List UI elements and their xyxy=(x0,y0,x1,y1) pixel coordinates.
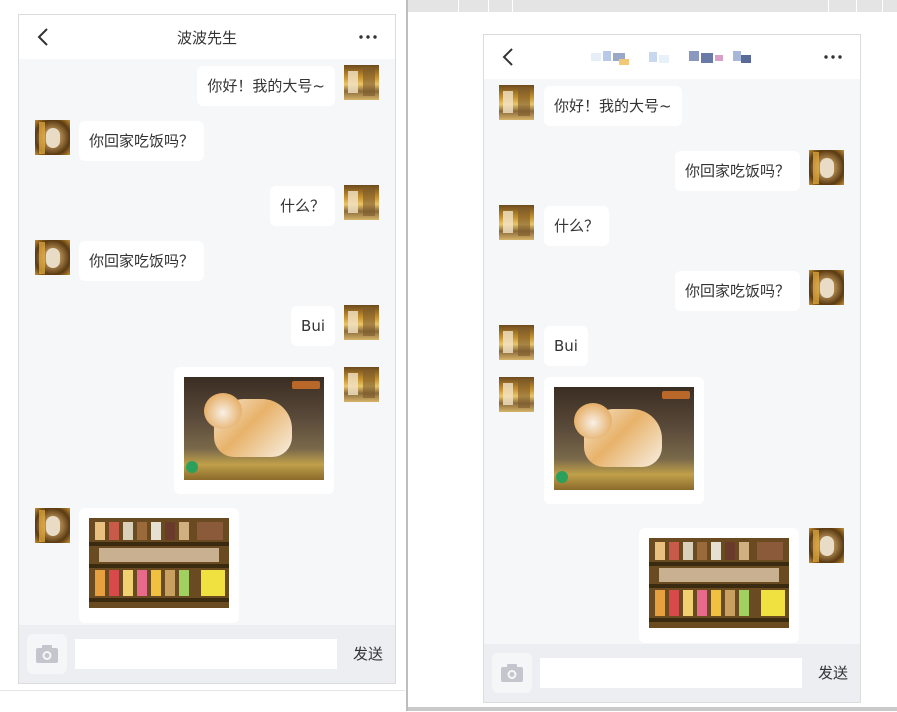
message-input[interactable] xyxy=(540,658,802,688)
message-list: 你好！我的大号~ 你回家吃饭吗？ 什么？ 你回家吃饭吗？ Bui xyxy=(19,59,395,625)
kitten-photo[interactable] xyxy=(184,377,324,480)
image-message-bubble[interactable] xyxy=(639,528,799,643)
camera-icon xyxy=(501,664,523,682)
tab-strip xyxy=(408,0,897,12)
shop-shelf-photo[interactable] xyxy=(649,538,789,628)
message-bubble[interactable]: 你回家吃饭吗？ xyxy=(674,271,800,311)
image-message-bubble[interactable] xyxy=(79,508,239,623)
chat-window-left: 波波先生 你好！我的大号~ 你回家吃饭吗？ 什么？ 你回家吃饭吗？ Bui 发送 xyxy=(18,14,396,684)
shop-shelf-photo[interactable] xyxy=(89,518,229,608)
message-bubble[interactable]: 你好！我的大号~ xyxy=(544,86,682,126)
message-list: 你好！我的大号~ 你回家吃饭吗？ 什么？ 你回家吃饭吗？ Bui xyxy=(484,79,860,644)
message-bubble[interactable]: Bui xyxy=(544,326,588,366)
image-message-bubble[interactable] xyxy=(544,377,704,504)
more-dots-icon xyxy=(824,55,842,59)
input-bar: 发送 xyxy=(19,625,395,683)
message-bubble[interactable]: 你回家吃饭吗？ xyxy=(79,121,205,161)
message-input[interactable] xyxy=(75,639,337,669)
avatar[interactable] xyxy=(809,528,844,563)
chat-title: 波波先生 xyxy=(176,29,237,47)
back-button[interactable] xyxy=(498,46,520,68)
chat-window-right: 你好！我的大号~ 你回家吃饭吗？ 什么？ 你回家吃饭吗？ Bui 发送 xyxy=(483,34,861,703)
message-bubble[interactable]: 什么？ xyxy=(544,206,610,246)
more-button[interactable] xyxy=(357,26,379,48)
more-button[interactable] xyxy=(822,46,844,68)
window-bottom-edge xyxy=(408,707,897,711)
avatar[interactable] xyxy=(809,150,844,185)
avatar[interactable] xyxy=(344,65,379,100)
avatar[interactable] xyxy=(35,240,70,275)
chat-navbar xyxy=(484,35,860,79)
camera-button[interactable] xyxy=(27,634,67,674)
blurred-chat-title xyxy=(591,49,761,67)
avatar[interactable] xyxy=(35,508,70,543)
message-bubble[interactable]: 你回家吃饭吗？ xyxy=(674,151,800,191)
send-button[interactable]: 发送 xyxy=(353,643,383,664)
camera-button[interactable] xyxy=(492,653,532,693)
input-bar: 发送 xyxy=(484,644,860,702)
avatar[interactable] xyxy=(499,85,534,120)
kitten-photo[interactable] xyxy=(554,387,694,490)
avatar[interactable] xyxy=(809,270,844,305)
avatar[interactable] xyxy=(499,377,534,412)
message-bubble[interactable]: 你好！我的大号~ xyxy=(197,66,335,106)
avatar[interactable] xyxy=(344,185,379,220)
left-window-bottom-strip xyxy=(0,690,405,712)
send-button[interactable]: 发送 xyxy=(818,662,848,683)
avatar[interactable] xyxy=(499,325,534,360)
message-bubble[interactable]: 什么？ xyxy=(269,186,335,226)
avatar[interactable] xyxy=(499,205,534,240)
chat-navbar: 波波先生 xyxy=(19,15,395,59)
chevron-left-icon xyxy=(502,48,513,66)
message-bubble[interactable]: Bui xyxy=(291,306,335,346)
message-bubble[interactable]: 你回家吃饭吗？ xyxy=(79,241,205,281)
more-dots-icon xyxy=(359,35,377,39)
avatar[interactable] xyxy=(344,367,379,402)
image-message-bubble[interactable] xyxy=(174,367,334,494)
avatar[interactable] xyxy=(35,120,70,155)
camera-icon xyxy=(36,645,58,663)
avatar[interactable] xyxy=(344,305,379,340)
